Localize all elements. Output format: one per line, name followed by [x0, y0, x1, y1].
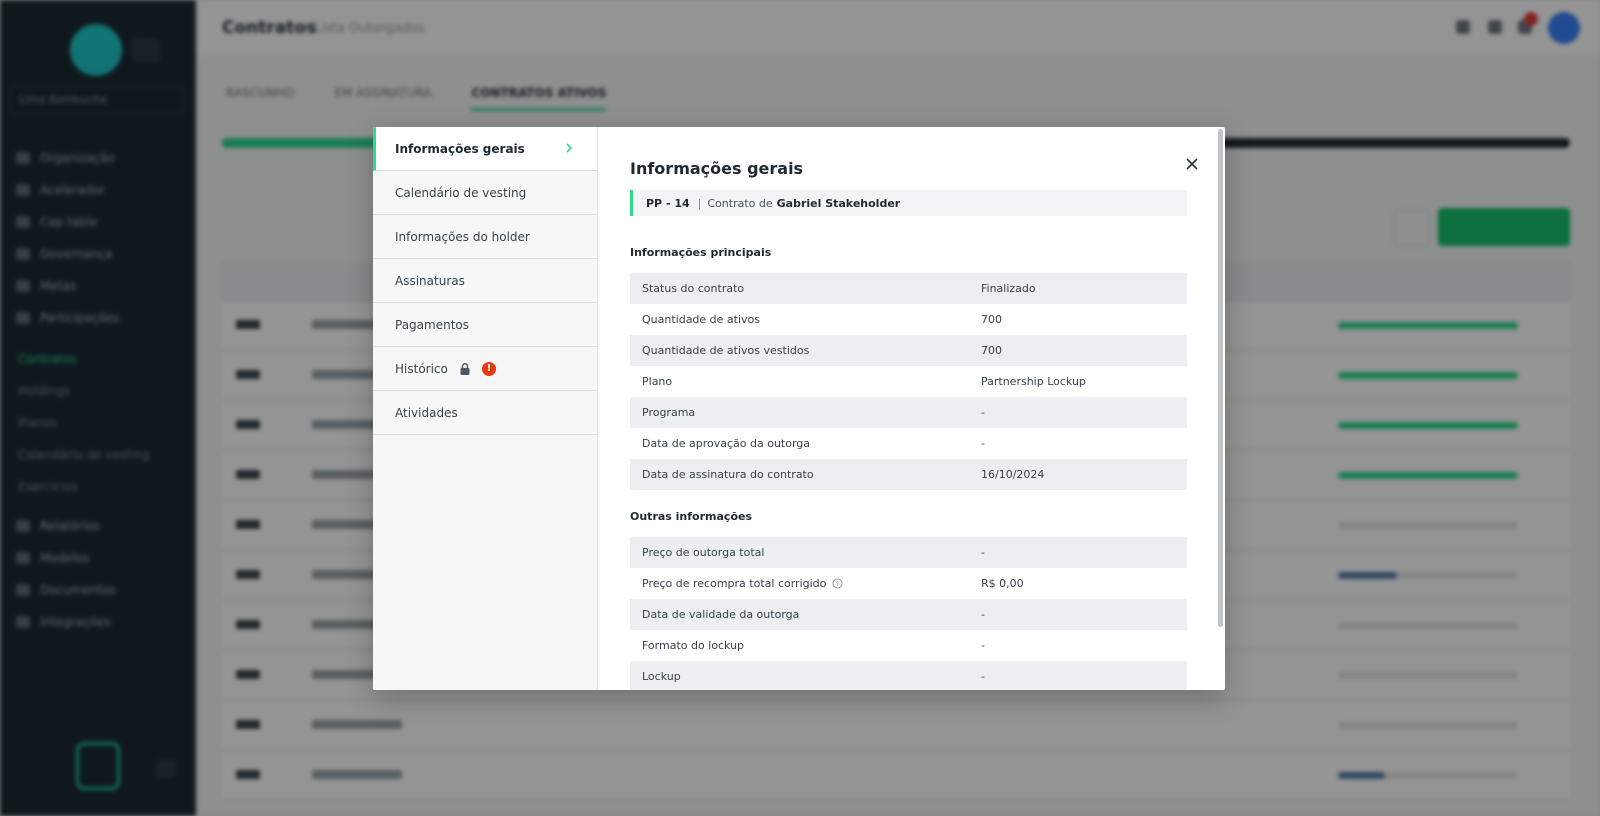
modal-nav-assinaturas[interactable]: Assinaturas — [373, 259, 597, 303]
info-row: Quantidade de ativos 700 — [642, 313, 1002, 326]
modal-content: Informações gerais PP - 14 | Contrato de… — [598, 127, 1225, 690]
info-row: Plano Partnership Lockup — [642, 375, 1086, 388]
close-icon[interactable] — [1183, 155, 1201, 173]
info-row: Data de validade da outorga - — [630, 599, 1187, 630]
other-info-list: Preço de outorga total - Preço de recompr… — [630, 537, 1187, 690]
modal-nav-informacoes-holder[interactable]: Informações do holder — [373, 215, 597, 259]
info-row: Preço de outorga total - — [630, 537, 1187, 568]
section-title-principais: Informações principais — [630, 246, 772, 259]
info-row: Programa - — [630, 397, 1187, 428]
info-row: Data de aprovação da outorga - — [642, 437, 985, 450]
contract-summary: PP - 14 | Contrato de Gabriel Stakeholde… — [630, 190, 1187, 216]
info-row: Preço de recompra total corrigido ? R$ 0… — [642, 577, 1024, 590]
modal-nav-informacoes-gerais[interactable]: Informações gerais — [373, 127, 597, 171]
modal-nav-atividades[interactable]: Atividades — [373, 391, 597, 435]
modal-nav-label: Calendário de vesting — [395, 185, 527, 200]
info-row: Formato do lockup - — [642, 639, 985, 652]
contract-separator: | — [697, 196, 702, 210]
modal-nav-label: Atividades — [395, 405, 458, 420]
warning-icon: ! — [481, 361, 496, 376]
main-info-list: Status do contrato Finalizado Quantidade … — [630, 273, 1187, 490]
modal-nav-label: Informações do holder — [395, 229, 530, 244]
modal-nav-label: Informações gerais — [395, 141, 525, 156]
modal-nav-pagamentos[interactable]: Pagamentos — [373, 303, 597, 347]
modal-nav-historico[interactable]: Histórico ! — [373, 347, 597, 391]
info-row: Quantidade de ativos vestidos 700 — [630, 335, 1187, 366]
modal-title: Informações gerais — [630, 159, 804, 178]
modal-nav-label: Histórico — [395, 361, 448, 376]
help-icon[interactable]: ? — [832, 578, 843, 589]
info-row: Status do contrato Finalizado — [630, 273, 1187, 304]
lock-icon — [460, 362, 470, 375]
modal-scrollbar[interactable] — [1218, 129, 1223, 627]
modal-nav: Informações gerais Calendário de vesting… — [373, 127, 598, 690]
chevron-right-icon — [566, 143, 573, 153]
section-title-outras: Outras informações — [630, 510, 753, 523]
modal-nav-calendario-vesting[interactable]: Calendário de vesting — [373, 171, 597, 215]
contract-code: PP - 14 — [646, 196, 690, 210]
contract-prefix: Contrato de — [707, 196, 773, 210]
info-row: Lockup - — [630, 661, 1187, 690]
info-row: Data de assinatura do contrato 16/10/2024 — [630, 459, 1187, 490]
contract-holder: Gabriel Stakeholder — [776, 196, 901, 210]
modal-nav-label: Pagamentos — [395, 317, 469, 332]
contract-details-modal: Informações gerais Calendário de vesting… — [373, 127, 1225, 690]
modal-nav-label: Assinaturas — [395, 273, 465, 288]
svg-text:?: ? — [836, 580, 839, 588]
